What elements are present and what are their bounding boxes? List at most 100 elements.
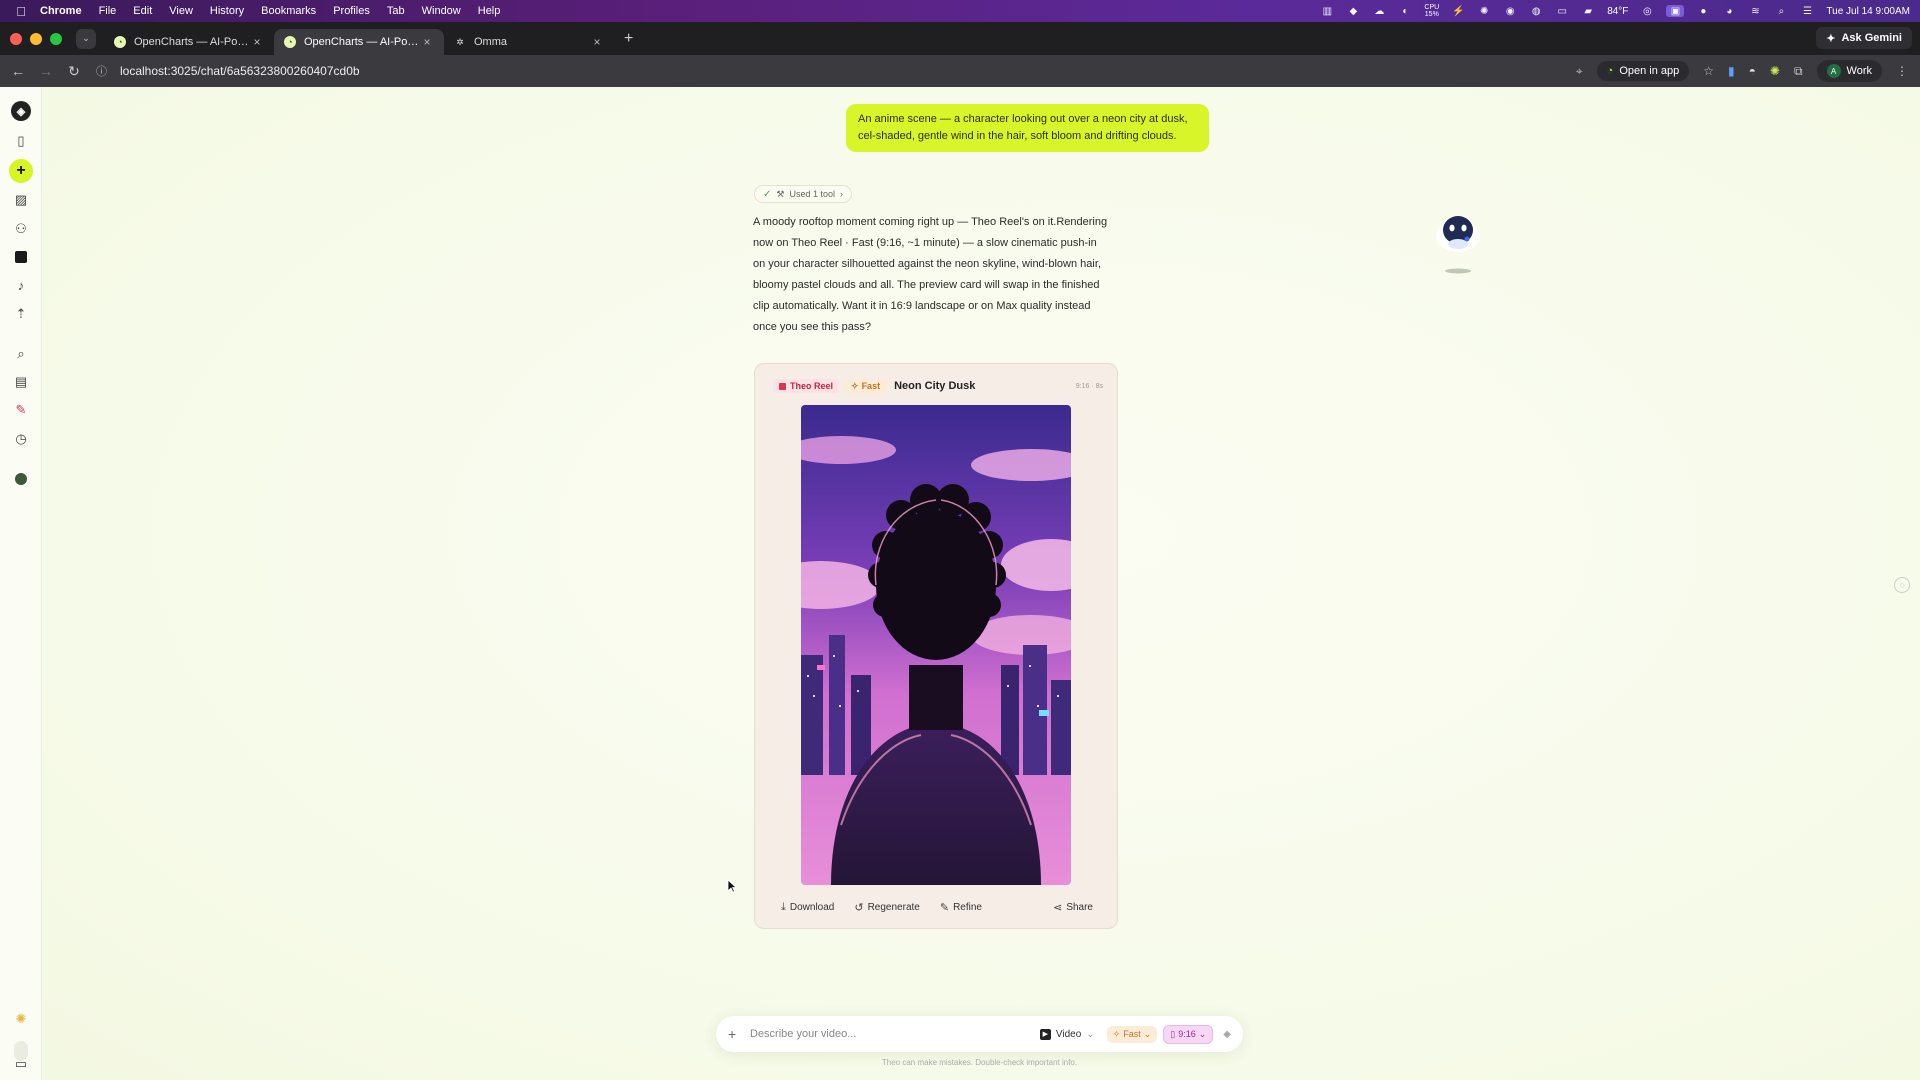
refine-label: Refine: [953, 901, 982, 913]
music-icon[interactable]: [7, 243, 35, 271]
people-icon[interactable]: ⚇: [7, 215, 35, 243]
mode-selector[interactable]: ▶ Video ⌄: [1039, 1028, 1095, 1040]
menu-file[interactable]: File: [99, 5, 117, 17]
forward-icon[interactable]: →: [32, 63, 60, 79]
download-label: Download: [789, 901, 835, 913]
menu-edit[interactable]: Edit: [133, 5, 152, 17]
zoom-window-button[interactable]: [50, 32, 62, 45]
tab-omma[interactable]: ✲ Omma ×: [444, 29, 614, 55]
speed-selector[interactable]: ✧ Fast ⌄: [1106, 1025, 1158, 1043]
url-text[interactable]: localhost:3025/chat/6a56323800260407cd0b: [120, 64, 360, 78]
attach-plus-icon[interactable]: +: [728, 1026, 746, 1042]
apple-icon[interactable]: : [14, 4, 28, 19]
app-logo-icon[interactable]: ◈: [7, 97, 35, 125]
cloud-icon[interactable]: ☁: [1372, 5, 1386, 17]
siri-icon[interactable]: ◕: [1722, 5, 1736, 17]
feedback-palette-icon[interactable]: ◌: [1894, 577, 1910, 593]
image-icon[interactable]: ▨: [7, 186, 35, 214]
music-tile: [15, 251, 27, 263]
disclaimer-text: Theo can make mistakes. Double-check imp…: [881, 1058, 1078, 1067]
app-d-icon[interactable]: ◐: [1398, 5, 1412, 17]
browser-menu-icon[interactable]: ⋮: [1896, 64, 1908, 78]
reload-icon[interactable]: ↻: [60, 63, 88, 80]
address-bar[interactable]: ⓘ localhost:3025/chat/6a56323800260407cd…: [96, 55, 1576, 87]
used-tool-chip[interactable]: ✓ ⚒ Used 1 tool ›: [754, 185, 852, 203]
user-icon[interactable]: ●: [1696, 5, 1710, 17]
theme-sun-icon[interactable]: ✺: [7, 1005, 35, 1033]
back-icon[interactable]: ←: [4, 63, 32, 79]
share-button[interactable]: ⋖ Share: [1053, 901, 1093, 914]
menu-window[interactable]: Window: [422, 5, 461, 17]
rocket-icon[interactable]: ⇡: [7, 300, 35, 328]
brand-red-icon[interactable]: ✎: [7, 396, 35, 424]
tab-search-chevron-icon[interactable]: ⌄: [76, 28, 96, 49]
refine-button[interactable]: ✎ Refine: [940, 901, 982, 914]
lightning-icon: ✧: [851, 380, 859, 391]
record-icon[interactable]: ◉: [1503, 5, 1517, 17]
control-center-icon[interactable]: ☰: [1800, 5, 1814, 17]
prompt-input[interactable]: Describe your video...: [750, 1028, 1040, 1040]
new-chat-button[interactable]: +: [7, 157, 35, 185]
menu-profiles[interactable]: Profiles: [333, 5, 370, 17]
regenerate-button[interactable]: ↺ Regenerate: [854, 901, 919, 914]
menu-help[interactable]: Help: [478, 5, 501, 17]
send-icon[interactable]: ◆: [1223, 1029, 1231, 1040]
tab-opencharts-2[interactable]: ◔ OpenCharts — AI-Powered F ×: [274, 29, 444, 55]
extension-p-icon[interactable]: ▮: [1728, 64, 1735, 78]
robot-mascot[interactable]: [1428, 208, 1488, 278]
chart-icon[interactable]: ▥: [1320, 5, 1334, 17]
extensions-puzzle-icon[interactable]: ⧉: [1794, 64, 1803, 79]
minimize-window-button[interactable]: [30, 32, 42, 45]
speed-badge-label: Fast: [861, 381, 881, 391]
new-tab-icon[interactable]: +: [624, 30, 633, 48]
history-clock-icon[interactable]: ◷: [7, 425, 35, 453]
search-icon[interactable]: ⌕: [1774, 5, 1788, 17]
chrome-helper-icon[interactable]: ◎: [1640, 5, 1654, 17]
extension-eye-icon[interactable]: ◓: [1749, 64, 1756, 78]
sun-glyph: ✺: [15, 1011, 27, 1026]
menu-bookmarks[interactable]: Bookmarks: [261, 5, 316, 17]
profile-button[interactable]: A Work: [1816, 60, 1882, 82]
download-button[interactable]: ⤓ Download: [781, 901, 834, 914]
speed-label: Fast: [1123, 1029, 1141, 1039]
close-tab-icon[interactable]: ×: [420, 35, 434, 49]
folder-icon[interactable]: ▰: [1581, 5, 1595, 17]
microphone-icon[interactable]: ♪: [7, 271, 35, 299]
red-mark: ✎: [15, 402, 27, 417]
cpu-meter[interactable]: CPU 15%: [1424, 4, 1439, 18]
weather-temperature[interactable]: 84°F: [1607, 6, 1628, 17]
site-info-icon[interactable]: ⓘ: [96, 63, 114, 79]
bookmark-star-icon[interactable]: ☆: [1703, 64, 1714, 78]
open-in-app-button[interactable]: ◔ Open in app: [1596, 61, 1690, 81]
menu-app-name[interactable]: Chrome: [40, 5, 82, 17]
close-tab-icon[interactable]: ×: [250, 35, 264, 49]
chatgpt-icon[interactable]: ✺: [1477, 5, 1491, 17]
opencharts-favicon-icon: ◔: [114, 36, 126, 48]
user-avatar[interactable]: [7, 465, 35, 493]
aspect-ratio-selector[interactable]: ▯ 9:16 ⌄: [1163, 1024, 1214, 1044]
sidebar-toggle-icon[interactable]: ▯: [7, 127, 35, 155]
close-tab-icon[interactable]: ×: [590, 35, 604, 49]
video-thumbnail[interactable]: [801, 405, 1071, 885]
window-controls: [10, 32, 62, 45]
location-icon[interactable]: ⌖: [1576, 64, 1583, 79]
wifi-icon[interactable]: ≋: [1748, 5, 1762, 17]
screen-share-icon[interactable]: ▣: [1666, 5, 1685, 17]
extension-openai-icon[interactable]: ✺: [1770, 64, 1780, 78]
menu-view[interactable]: View: [169, 5, 193, 17]
library-book-icon[interactable]: ▤: [7, 368, 35, 396]
bolt-icon[interactable]: ⚡: [1451, 5, 1465, 17]
menu-history[interactable]: History: [210, 5, 244, 17]
search-icon[interactable]: ⌕: [7, 340, 35, 368]
display-icon[interactable]: ▭: [1555, 5, 1569, 17]
inbox-icon[interactable]: ▭: [7, 1050, 35, 1078]
dropbox-icon[interactable]: ◆: [1346, 5, 1360, 17]
tab-opencharts-1[interactable]: ◔ OpenCharts — AI-Powered F ×: [104, 29, 274, 55]
focus-icon[interactable]: ◍: [1529, 5, 1543, 17]
model-badge: Theo Reel: [773, 379, 840, 393]
macos-menu-bar:  Chrome File Edit View History Bookmark…: [0, 0, 1920, 22]
clock[interactable]: Tue Jul 14 9:00AM: [1826, 6, 1910, 17]
menu-tab[interactable]: Tab: [387, 5, 405, 17]
close-window-button[interactable]: [10, 32, 22, 45]
ask-gemini-button[interactable]: ✦ Ask Gemini: [1816, 27, 1912, 49]
